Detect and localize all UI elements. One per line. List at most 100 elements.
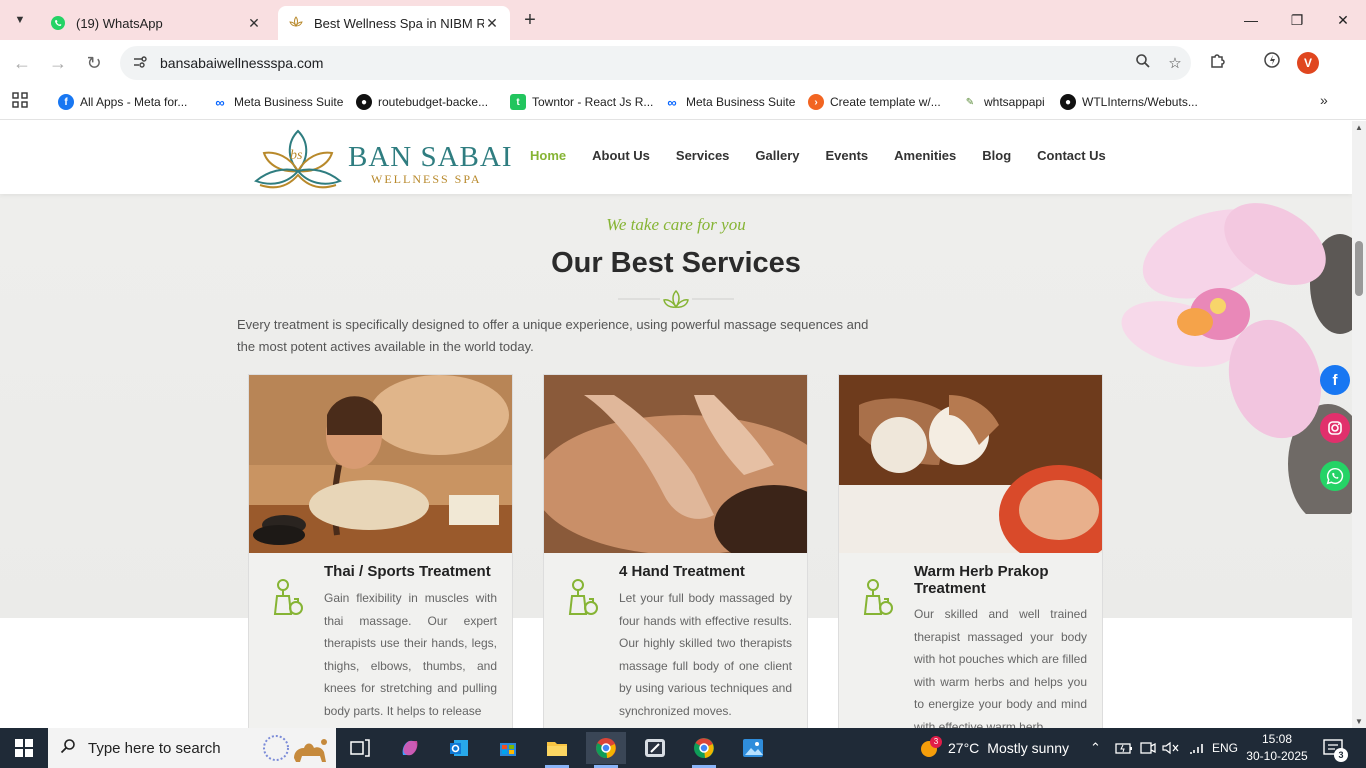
outlook-icon[interactable] <box>439 732 479 764</box>
windows-start-icon[interactable] <box>0 728 48 768</box>
whatsapp-favicon-icon <box>51 16 65 30</box>
nav-home[interactable]: Home <box>530 148 566 163</box>
section-tagline: We take care for you <box>606 215 746 234</box>
url-text[interactable]: bansabaiwellnessspa.com <box>160 55 1127 71</box>
bookmark-star-icon[interactable]: ☆ <box>1159 54 1191 72</box>
tab-whatsapp[interactable]: (19) WhatsApp ✕ <box>40 6 272 40</box>
weather-widget[interactable]: 3 27°C Mostly sunny <box>918 728 1069 768</box>
page-scrollbar[interactable]: ▲ ▼ <box>1352 121 1366 728</box>
page-viewport[interactable]: bs BAN SABAI WELLNESS SPA Home About Us … <box>0 121 1352 728</box>
service-card-thai[interactable]: Thai / Sports Treatment Gain flexibility… <box>248 374 513 728</box>
scroll-up-arrow-icon[interactable]: ▲ <box>1355 123 1363 132</box>
thai-massage-image <box>249 375 512 553</box>
card-title[interactable]: Thai / Sports Treatment <box>324 563 499 580</box>
bookmark-label: Towntor - React Js R... <box>532 95 654 109</box>
show-hidden-icons-chevron-icon[interactable]: ⌃ <box>1090 728 1101 768</box>
zoom-magnifier-icon[interactable] <box>1127 53 1159 73</box>
bookmark-label: routebudget-backe... <box>378 95 489 109</box>
tab-title: Best Wellness Spa in NIBM Road <box>314 15 484 31</box>
template-icon: › <box>808 94 824 110</box>
microsoft-store-icon[interactable] <box>488 732 528 764</box>
site-logo[interactable]: bs BAN SABAI WELLNESS SPA <box>252 127 512 191</box>
copilot-icon[interactable] <box>390 732 430 764</box>
instagram-icon[interactable] <box>1320 413 1350 443</box>
towntor-icon: t <box>510 94 526 110</box>
bookmark-item[interactable]: ✎ whtsappapi <box>962 91 1045 113</box>
language-indicator[interactable]: ENG <box>1212 728 1238 768</box>
facebook-icon: f <box>58 94 74 110</box>
bookmark-item[interactable]: ● routebudget-backe... <box>356 91 488 113</box>
github-icon: ● <box>1060 94 1076 110</box>
chrome-profile-icon[interactable] <box>586 732 626 768</box>
github-icon: ● <box>356 94 372 110</box>
wifi-icon[interactable] <box>1188 728 1206 768</box>
nav-about-us[interactable]: About Us <box>592 148 650 163</box>
address-bar[interactable]: bansabaiwellnessspa.com ☆ <box>120 46 1191 80</box>
extensions-puzzle-icon[interactable] <box>1206 51 1230 75</box>
card-description: Let your full body massaged by four hand… <box>619 591 792 718</box>
notifications-icon[interactable]: 3 <box>1322 728 1348 768</box>
clock-time: 15:08 <box>1261 732 1293 746</box>
bookmark-item[interactable]: ∞ Meta Business Suite <box>212 91 343 113</box>
performance-icon[interactable] <box>1260 51 1284 75</box>
browser-tab-strip: ▼ (19) WhatsApp ✕ Best Wellness Spa in N… <box>0 0 1366 40</box>
bookmark-item[interactable]: › Create template w/... <box>808 91 941 113</box>
forward-arrow-icon[interactable]: → <box>46 51 70 75</box>
main-nav: Home About Us Services Gallery Events Am… <box>530 148 1106 163</box>
window-close-icon[interactable]: ✕ <box>1329 8 1357 32</box>
clock[interactable]: 15:08 30-10-2025 <box>1240 731 1314 765</box>
nav-amenities[interactable]: Amenities <box>894 148 956 163</box>
reload-icon[interactable]: ↻ <box>82 51 106 75</box>
scroll-thumb[interactable] <box>1355 241 1363 296</box>
nav-blog[interactable]: Blog <box>982 148 1011 163</box>
weather-condition: Mostly sunny <box>987 740 1069 756</box>
chrome-icon[interactable] <box>684 732 724 768</box>
app-window-icon[interactable] <box>635 732 675 764</box>
profile-avatar[interactable]: V <box>1297 52 1319 74</box>
minimize-icon[interactable]: — <box>1237 8 1265 32</box>
orchid-flower-image <box>1121 203 1352 514</box>
lotus-logo-icon: bs <box>254 129 342 189</box>
nav-contact-us[interactable]: Contact Us <box>1037 148 1106 163</box>
card-description: Gain flexibility in muscles with thai ma… <box>324 591 497 718</box>
meta-icon: ∞ <box>215 94 225 110</box>
notification-count-badge: 3 <box>1334 748 1348 762</box>
site-info-icon[interactable] <box>128 54 152 73</box>
bookmark-item[interactable]: ● WTLInterns/Webuts... <box>1060 91 1198 113</box>
service-card-4-hand[interactable]: 4 Hand Treatment Let your full body mass… <box>543 374 808 728</box>
bookmark-label: whtsappapi <box>984 95 1045 109</box>
section-intro-text: Every treatment is specifically designed… <box>237 317 869 354</box>
photos-icon[interactable] <box>733 732 773 764</box>
bookmark-item[interactable]: f All Apps - Meta for... <box>58 91 187 113</box>
bookmark-item[interactable]: ∞ Meta Business Suite <box>664 91 795 113</box>
apps-grid-icon[interactable] <box>12 92 30 110</box>
spa-bottles-icon <box>273 579 303 615</box>
back-arrow-icon[interactable]: ← <box>10 51 34 75</box>
bookmarks-overflow-icon[interactable]: » <box>1320 92 1328 108</box>
whatsapp-icon[interactable] <box>1320 461 1350 491</box>
bookmark-item[interactable]: t Towntor - React Js R... <box>510 91 653 113</box>
bookmark-label: All Apps - Meta for... <box>80 95 188 109</box>
file-explorer-icon[interactable] <box>537 732 577 768</box>
facebook-icon[interactable]: f <box>1320 365 1350 395</box>
tab-search-chevron-icon[interactable]: ▼ <box>8 8 32 32</box>
card-title[interactable]: 4 Hand Treatment <box>619 563 794 580</box>
nav-gallery[interactable]: Gallery <box>755 148 799 163</box>
nav-services[interactable]: Services <box>676 148 730 163</box>
card-title[interactable]: Warm Herb Prakop Treatment <box>914 563 1089 597</box>
weather-temp: 27°C <box>948 740 980 756</box>
tab-ban-sabai[interactable]: Best Wellness Spa in NIBM Road ✕ <box>278 6 510 40</box>
nav-events[interactable]: Events <box>826 148 869 163</box>
taskbar-search-box[interactable]: Type here to search <box>48 728 336 768</box>
tab-close-icon[interactable]: ✕ <box>246 15 262 32</box>
battery-icon[interactable] <box>1115 728 1133 768</box>
new-tab-plus-icon[interactable]: + <box>518 9 542 33</box>
meet-now-icon[interactable] <box>1140 728 1156 768</box>
task-view-icon[interactable] <box>340 732 380 764</box>
restore-icon[interactable]: ❐ <box>1283 8 1311 32</box>
weather-badge: 3 <box>930 736 942 748</box>
scroll-down-arrow-icon[interactable]: ▼ <box>1355 717 1363 726</box>
volume-muted-icon[interactable] <box>1162 728 1180 768</box>
tab-close-icon[interactable]: ✕ <box>484 15 500 32</box>
service-card-herb-prakop[interactable]: Warm Herb Prakop Treatment Our skilled a… <box>838 374 1103 728</box>
